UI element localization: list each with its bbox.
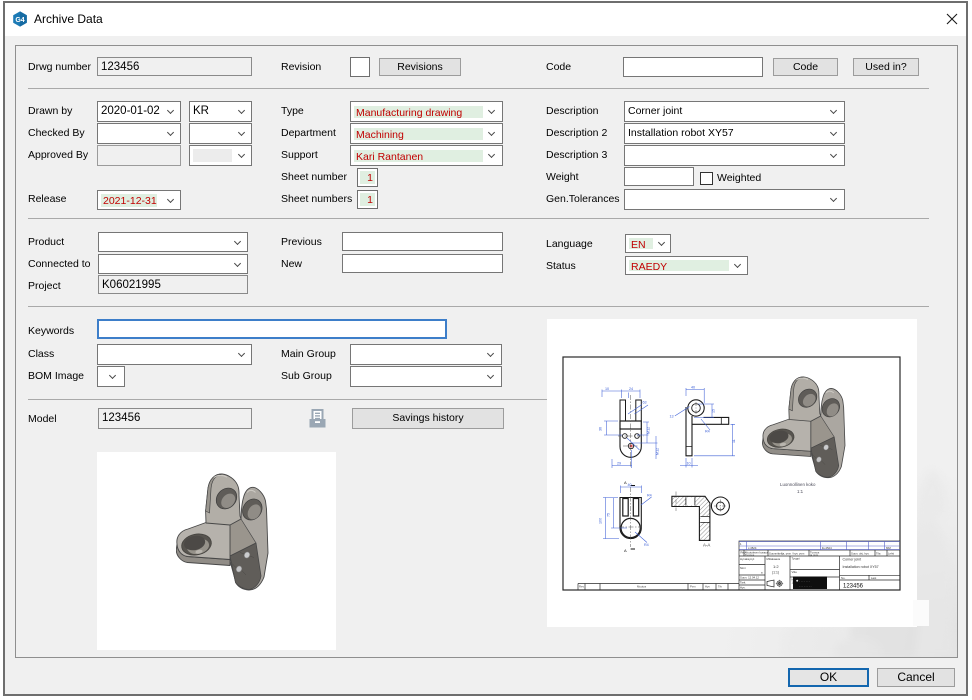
svg-text:M12: M12 (655, 448, 659, 455)
svg-text:Hyvaksynyt: Hyvaksynyt (740, 557, 755, 561)
svg-text:Rev: Rev (579, 585, 585, 589)
svg-text:1: 1 (740, 542, 742, 546)
svg-text:lis.4524: lis.4524 (822, 546, 832, 550)
svg-text:R4: R4 (705, 430, 710, 434)
svg-text:75: 75 (607, 513, 611, 517)
svg-text:Hyv.: Hyv. (740, 586, 746, 590)
svg-text:10: 10 (605, 387, 609, 391)
svg-text:1:1: 1:1 (797, 489, 804, 494)
svg-text:Mittakaava: Mittakaava (767, 557, 781, 561)
svg-text:. . . . . . . .: . . . . . . . . (799, 584, 812, 588)
svg-text:Tark.: Tark. (740, 581, 746, 585)
svg-text:Muutos: Muutos (637, 585, 647, 589)
svg-text:40: 40 (691, 385, 695, 389)
svg-text:29: 29 (617, 462, 621, 466)
svg-text:63: 63 (643, 401, 647, 405)
svg-text:Nimi: Nimi (740, 566, 746, 570)
svg-text:Pvm: Pvm (690, 585, 696, 589)
svg-text:36: 36 (599, 427, 603, 431)
svg-text:MM: MM (886, 546, 891, 550)
svg-text:Tila: Tila (876, 552, 881, 556)
svg-text:40: 40 (628, 483, 632, 487)
svg-text:R4: R4 (647, 494, 652, 498)
svg-text:11: 11 (732, 439, 736, 443)
svg-text:R4: R4 (644, 543, 649, 547)
svg-text:a: a (761, 571, 763, 575)
svg-text:123456: 123456 (843, 584, 864, 590)
svg-text:M12: M12 (646, 427, 650, 434)
svg-text:Lehti: Lehti (888, 552, 894, 556)
svg-text:Trk: Trk (718, 585, 723, 589)
svg-text:A: A (624, 480, 627, 485)
svg-text:Luonnollinen koko: Luonnollinen koko (780, 482, 816, 487)
svg-text:Suunnittelija, pvm / hyv. pvm: Suunnittelija, pvm / hyv. pvm (769, 552, 805, 556)
svg-text:1:2: 1:2 (773, 564, 779, 569)
svg-text:Tyyppi: Tyyppi (792, 557, 800, 561)
svg-text:Hyv: Hyv (705, 585, 710, 589)
svg-text:ja pvm: ja pvm (809, 553, 819, 557)
svg-text:100: 100 (599, 518, 603, 524)
svg-text:15: 15 (711, 409, 715, 413)
svg-text:Corner joint: Corner joint (843, 558, 862, 562)
svg-text:Viite: Viite (792, 570, 798, 574)
svg-text:(1:1): (1:1) (772, 571, 779, 575)
svg-text:Suun. 12.04.12: Suun. 12.04.12 (740, 576, 759, 580)
svg-text:13: 13 (670, 415, 674, 419)
svg-text:◆ . . . . . . .: ◆ . . . . . . . (796, 579, 810, 583)
svg-text:24: 24 (629, 387, 633, 391)
svg-text:Suun. ohj. hyv.: Suun. ohj. hyv. (851, 552, 870, 556)
svg-text:A-A: A-A (703, 542, 710, 547)
svg-text:G4: G4 (15, 17, 24, 24)
svg-text:A: A (624, 548, 627, 553)
svg-text:No.: No. (841, 576, 846, 580)
svg-text:Last: Last (871, 576, 877, 580)
svg-text:10: 10 (687, 462, 691, 466)
svg-text:Installation robot XY57: Installation robot XY57 (843, 565, 879, 569)
